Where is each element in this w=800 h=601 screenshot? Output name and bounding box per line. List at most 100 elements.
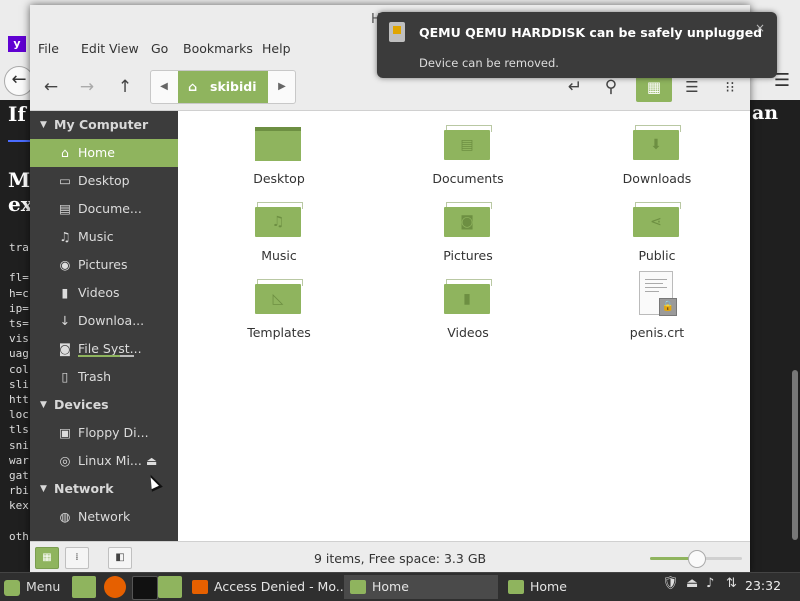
file-item-pictures[interactable]: ◙ Pictures <box>408 196 528 268</box>
file-name: Documents <box>432 171 504 186</box>
device-eject-icon[interactable]: ⏏ <box>686 576 698 591</box>
downloads-folder-icon: ⬇ <box>633 123 681 160</box>
pictures-folder-icon: ◙ <box>444 200 492 237</box>
start-menu-label: Menu <box>26 579 61 594</box>
sidebar-item-trash[interactable]: ▯ Trash <box>30 363 178 391</box>
sidebar-item-videos[interactable]: ▮ Videos <box>30 279 178 307</box>
sidebar-section-devices[interactable]: ▼ Devices <box>30 392 178 418</box>
eject-icon[interactable]: ⏏ <box>146 447 157 475</box>
clock[interactable]: 23:32 <box>745 578 781 593</box>
file-item-documents[interactable]: ▤ Documents <box>408 119 528 191</box>
menu-edit[interactable]: Edit <box>81 41 105 56</box>
menu-go[interactable]: Go <box>151 41 168 56</box>
task-label: Home <box>530 579 567 594</box>
browser-code-block: tra fl= h=c ip= ts= vis uag col sli htt … <box>9 241 29 543</box>
browser-subheading: M <box>8 168 31 192</box>
browser-heading: If <box>8 102 26 126</box>
forward-arrow-icon[interactable]: → <box>72 72 102 102</box>
back-arrow-icon[interactable]: ← <box>36 72 66 102</box>
sidebar-item-network[interactable]: ◍ Network <box>30 503 178 531</box>
file-name: Pictures <box>443 248 493 263</box>
menu-bookmarks[interactable]: Bookmarks <box>183 41 253 56</box>
menu-help[interactable]: Help <box>262 41 291 56</box>
network-icon: ◍ <box>59 509 71 524</box>
home-icon: ⌂ <box>188 79 197 94</box>
show-desktop-icon[interactable] <box>72 576 96 598</box>
file-item-desktop[interactable]: Desktop <box>219 119 339 191</box>
browser-link[interactable] <box>8 128 30 142</box>
home-icon: ⌂ <box>61 145 69 160</box>
volume-icon[interactable]: ♪ <box>706 576 714 591</box>
file-name: Templates <box>247 325 311 340</box>
file-item-public[interactable]: ⋖ Public <box>597 196 717 268</box>
task-firefox[interactable]: Access Denied - Mo... <box>186 575 348 599</box>
file-view[interactable]: Desktop ▤ Documents ⬇ Downloads ♫ Music … <box>178 111 750 541</box>
sidebar-item-documents[interactable]: ▤ Docume... <box>30 195 178 223</box>
trash-icon: ▯ <box>61 369 69 384</box>
sidebar-section-my-computer[interactable]: ▼ My Computer <box>30 112 178 138</box>
yahoo-tab-icon[interactable]: y <box>8 36 26 52</box>
zoom-slider[interactable] <box>650 550 742 568</box>
path-current-folder: skibidi <box>210 79 257 94</box>
public-folder-icon: ⋖ <box>633 200 681 237</box>
sidebar-item-music[interactable]: ♫ Music <box>30 223 178 251</box>
file-name: Videos <box>447 325 489 340</box>
file-item-certificate[interactable]: 🔒 penis.crt <box>597 271 717 343</box>
hide-sidebar-icon[interactable]: ◧ <box>108 547 132 569</box>
sidebar-item-label: Downloa... <box>78 313 145 328</box>
file-item-music[interactable]: ♫ Music <box>219 196 339 268</box>
sidebar-item-label: Network <box>78 509 131 524</box>
shield-icon[interactable]: 🛡 <box>662 576 679 591</box>
start-menu-button[interactable]: Menu <box>4 577 60 597</box>
sidebar-item-desktop[interactable]: ▭ Desktop <box>30 167 178 195</box>
file-name: Downloads <box>622 171 692 186</box>
task-home-active[interactable]: Home <box>344 575 498 599</box>
section-collapse-icon: ▼ <box>40 400 47 410</box>
templates-folder-icon: ◺ <box>255 277 303 314</box>
menu-file[interactable]: File <box>38 41 59 56</box>
film-icon: ▮ <box>61 285 69 300</box>
download-icon: ↓ <box>59 313 71 328</box>
menu-view[interactable]: View <box>109 41 139 56</box>
close-icon[interactable]: × <box>755 21 765 35</box>
section-collapse-icon: ▼ <box>40 120 47 130</box>
firefox-icon[interactable] <box>104 576 126 598</box>
show-tree-icon[interactable]: ⁞ <box>65 547 89 569</box>
sidebar-item-floppy[interactable]: ▣ Floppy Di... <box>30 419 178 447</box>
file-item-downloads[interactable]: ⬇ Downloads <box>597 119 717 191</box>
certificate-file-icon: 🔒 <box>639 271 677 316</box>
sidebar-item-file-system[interactable]: ◙ File Syst... <box>30 335 178 363</box>
task-home[interactable]: Home <box>502 575 656 599</box>
terminal-icon[interactable] <box>132 576 158 600</box>
file-item-templates[interactable]: ◺ Templates <box>219 273 339 345</box>
files-launcher-icon[interactable] <box>158 576 182 598</box>
path-left-arrow-icon[interactable]: ◀ <box>151 71 177 103</box>
browser-scrollbar[interactable] <box>792 370 798 540</box>
sidebar-item-linux-mint[interactable]: ◎ Linux Mi... ⏏ <box>30 447 178 475</box>
documents-folder-icon: ▤ <box>444 123 492 160</box>
sidebar-item-label: Docume... <box>78 201 142 216</box>
show-places-icon[interactable]: ▦ <box>35 547 59 569</box>
disc-icon: ◎ <box>59 453 71 468</box>
zoom-slider-handle[interactable] <box>688 550 706 568</box>
notification-popup[interactable]: QEMU QEMU HARDDISK can be safely unplugg… <box>377 12 777 78</box>
path-right-arrow-icon[interactable]: ▶ <box>269 71 295 103</box>
lock-icon: 🔒 <box>659 298 677 316</box>
desktop-folder-icon <box>255 127 301 161</box>
path-home-button[interactable]: ⌂ skibidi <box>178 71 268 103</box>
sidebar-item-pictures[interactable]: ◉ Pictures <box>30 251 178 279</box>
notification-title: QEMU QEMU HARDDISK can be safely unplugg… <box>419 25 763 40</box>
section-title: Network <box>54 481 114 496</box>
folder-icon <box>508 580 524 594</box>
taskbar: Menu Access Denied - Mo... Home Home 🛡 ⏏… <box>0 572 800 601</box>
sidebar-item-downloads[interactable]: ↓ Downloa... <box>30 307 178 335</box>
camera-icon: ◉ <box>59 257 71 272</box>
file-name: Desktop <box>253 171 305 186</box>
sidebar-item-label: Videos <box>78 285 120 300</box>
file-item-videos[interactable]: ▮ Videos <box>408 273 528 345</box>
sidebar-item-home[interactable]: ⌂ Home <box>30 139 178 167</box>
drive-icon: ◙ <box>58 341 72 356</box>
network-status-icon[interactable]: ⇅ <box>726 576 737 591</box>
up-arrow-icon[interactable]: ↑ <box>110 72 140 102</box>
file-manager-window: H File Edit View Go Bookmarks Help ← → ↑… <box>30 5 750 573</box>
